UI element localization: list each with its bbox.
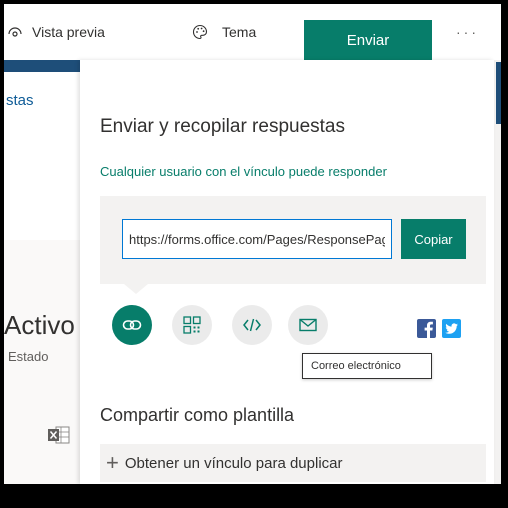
preview-button[interactable]: Vista previa [8,4,105,60]
share-template-title: Compartir como plantilla [100,405,295,425]
theme-button[interactable]: Tema [192,4,256,60]
duplicate-link-label: Obtener un vínculo para duplicar [124,454,343,472]
twitter-icon [445,323,458,334]
theme-label: Tema [222,24,257,40]
forms-window: Vista previa Tema Enviar ··· stas Activo… [4,4,501,484]
status-caption: Estado [8,349,49,364]
link-icon [122,320,142,330]
send-link-option[interactable] [112,305,152,345]
access-setting-link[interactable]: Cualquier usuario con el vínculo puede r… [100,164,387,179]
copy-button[interactable]: Copiar [401,219,466,259]
share-url-input[interactable] [122,219,392,259]
facebook-icon [424,321,433,338]
form-header-band [4,60,80,72]
preview-icon [8,27,22,37]
responses-tab-label[interactable]: stas [6,92,34,109]
send-embed-option[interactable] [232,305,272,345]
facebook-share-button[interactable] [417,319,436,338]
excel-icon[interactable] [48,425,70,445]
send-qr-option[interactable] [172,305,212,345]
plus-icon: + [106,450,119,475]
active-status-label: Activo [4,310,75,340]
right-edge-accent [496,62,501,124]
twitter-share-button[interactable] [442,319,461,338]
send-panel: Enviar y recopilar respuestas Cualquier … [80,60,494,484]
panel-title: Enviar y recopilar respuestas [100,116,345,137]
top-toolbar: Vista previa Tema Enviar ··· [4,4,501,60]
qr-code-icon [183,316,201,334]
email-tooltip: Correo electrónico [302,353,432,379]
url-container: Copiar [100,196,486,284]
preview-label: Vista previa [32,24,105,40]
selected-option-pointer [124,284,148,294]
duplicate-link-button[interactable]: + Obtener un vínculo para duplicar [100,444,486,482]
email-icon [299,318,317,332]
more-options-button[interactable]: ··· [456,4,479,60]
embed-icon [243,318,261,332]
send-email-option[interactable] [288,305,328,345]
send-button[interactable]: Enviar [304,20,432,60]
palette-icon [192,24,208,40]
